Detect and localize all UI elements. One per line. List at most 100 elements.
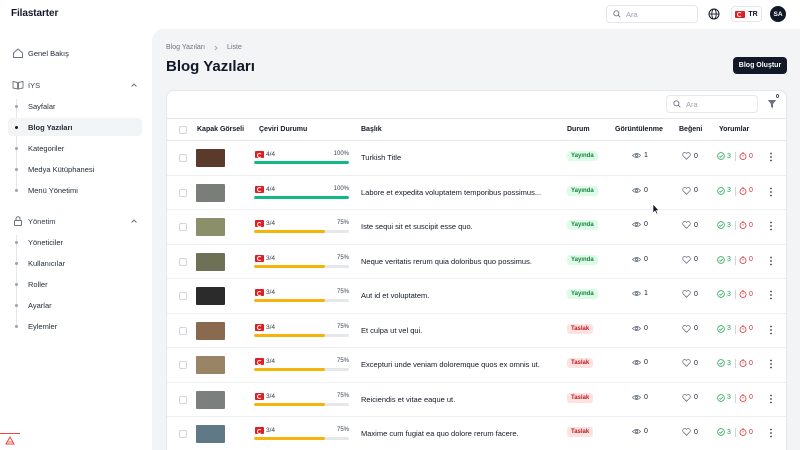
post-title[interactable]: Labore et expedita voluptatem temporibus… — [361, 188, 541, 197]
sidebar-item-blog-posts[interactable]: Blog Yazıları — [8, 118, 142, 136]
post-title[interactable]: Neque veritatis rerum quia doloribus quo… — [361, 257, 532, 266]
column-header-comments[interactable]: Yorumlar — [719, 126, 749, 133]
table-row[interactable]: 3/4 75% Neque veritatis rerum quia dolorib… — [167, 245, 786, 279]
sidebar-item-categories[interactable]: Kategoriler — [8, 139, 142, 157]
turkey-flag-icon — [255, 323, 264, 331]
table-search-input[interactable]: Ara — [666, 95, 758, 113]
row-checkbox[interactable] — [179, 292, 187, 300]
brand-logo[interactable]: Filastarter — [11, 8, 58, 19]
column-header-views[interactable]: Görüntülenme — [615, 126, 663, 133]
more-actions-icon[interactable] — [769, 256, 773, 266]
column-header-translation[interactable]: Çeviri Durumu — [259, 126, 307, 133]
translation-count: 3/4 — [266, 427, 276, 434]
check-circle-icon — [717, 255, 725, 264]
breadcrumb-link[interactable]: Blog Yazıları — [166, 44, 205, 51]
post-title[interactable]: Maxime cum fugiat ea quo dolore rerum fa… — [361, 429, 519, 438]
row-checkbox[interactable] — [179, 188, 187, 197]
column-header-likes[interactable]: Beğeni — [679, 126, 702, 133]
globe-icon[interactable] — [708, 8, 720, 20]
row-checkbox[interactable] — [179, 326, 187, 335]
translation-count: 3/4 — [266, 289, 276, 296]
sidebar-item-label: Kategoriler — [28, 143, 65, 153]
column-header-title[interactable]: Başlık — [361, 126, 382, 133]
translation-percent: 75% — [336, 392, 349, 399]
cover-image-thumbnail[interactable] — [196, 425, 225, 443]
more-actions-icon[interactable] — [769, 290, 773, 300]
sidebar-group-iys[interactable]: İYS — [8, 76, 142, 94]
sidebar-item-overview[interactable]: Genel Bakış — [8, 44, 142, 62]
table-row[interactable]: 3/4 75% Iste sequi sit et suscipit esse qu… — [167, 210, 786, 245]
more-actions-icon[interactable] — [769, 152, 773, 162]
language-label: TR — [748, 10, 758, 18]
user-avatar[interactable]: SA — [770, 6, 786, 22]
table-row[interactable]: 3/4 75% Aut id et voluptatem. Yayında 1 0 3 0 — [167, 279, 786, 314]
cover-image-thumbnail[interactable] — [196, 218, 225, 236]
row-checkbox[interactable] — [179, 361, 187, 369]
sidebar-item-admins[interactable]: Yöneticiler — [8, 233, 142, 251]
likes-value: 0 — [694, 256, 698, 263]
sidebar-item-roles[interactable]: Roller — [8, 275, 142, 293]
sidebar-item-users[interactable]: Kullanıcılar — [8, 254, 142, 272]
sidebar-item-media-library[interactable]: Medya Kütüphanesi — [8, 160, 142, 178]
sidebar-item-settings[interactable]: Ayarlar — [8, 296, 142, 314]
check-circle-icon — [717, 359, 725, 367]
more-actions-icon[interactable] — [769, 394, 773, 404]
global-search-input[interactable]: Ara — [606, 5, 698, 23]
chevron-up-icon[interactable] — [130, 81, 138, 89]
translation-percent: 75% — [336, 427, 349, 433]
create-blog-button[interactable]: Blog Oluştur — [733, 57, 787, 74]
row-checkbox[interactable] — [179, 223, 187, 231]
table-row[interactable]: 3/4 75% Maxime cum fugiat ea quo dolore re… — [167, 417, 786, 450]
sidebar-item-menu-management[interactable]: Menü Yönetimi — [8, 181, 142, 199]
likes-value: 0 — [694, 221, 698, 229]
approved-comments: 3 — [717, 428, 731, 436]
row-checkbox[interactable] — [179, 257, 187, 266]
post-title[interactable]: Reiciendis et vitae eaque ut. — [361, 395, 455, 404]
cover-image-thumbnail[interactable] — [196, 390, 225, 409]
post-title[interactable]: Aut id et voluptatem. — [361, 291, 429, 300]
column-header-status[interactable]: Durum — [567, 126, 590, 133]
filter-icon[interactable] — [767, 99, 777, 109]
row-checkbox[interactable] — [179, 395, 187, 404]
more-actions-icon[interactable] — [769, 187, 773, 197]
cover-image-thumbnail[interactable] — [196, 287, 225, 305]
cover-image-thumbnail[interactable] — [196, 183, 225, 202]
column-header-cover[interactable]: Kapak Görseli — [197, 126, 244, 133]
post-title[interactable]: Et culpa ut vel qui. — [361, 326, 422, 335]
table-row[interactable]: 3/4 75% Excepturi unde veniam doloremque q… — [167, 348, 786, 383]
post-title[interactable]: Iste sequi sit et suscipit esse quo. — [361, 222, 473, 231]
cover-image-thumbnail[interactable] — [196, 252, 225, 271]
table-row[interactable]: 3/4 75% Et culpa ut vel qui. Taslak 0 0 3 0 — [167, 314, 786, 348]
top-bar: Filastarter Ara TR SA — [0, 0, 800, 29]
table-row[interactable]: 4/4 100% Turkish Title Yayında 1 0 3 0 — [167, 141, 786, 176]
cover-image-thumbnail[interactable] — [196, 321, 225, 340]
sidebar-item-label: Blog Yazıları — [28, 122, 73, 132]
views-count: 0 — [632, 394, 648, 401]
row-checkbox[interactable] — [179, 154, 187, 162]
row-checkbox[interactable] — [179, 430, 187, 438]
post-title[interactable]: Turkish Title — [361, 153, 401, 162]
pending-comments: 0 — [739, 221, 753, 229]
language-switcher-button[interactable]: TR — [731, 6, 762, 22]
approved-comments-value: 3 — [727, 221, 731, 229]
heart-icon — [682, 428, 691, 436]
table-row[interactable]: 3/4 75% Reiciendis et vitae eaque ut. Tasla… — [167, 383, 786, 417]
views-value: 0 — [644, 359, 648, 366]
cover-image-thumbnail[interactable] — [196, 356, 225, 374]
turkey-flag-icon — [255, 254, 264, 262]
more-actions-icon[interactable] — [769, 325, 773, 335]
sidebar-group-management[interactable]: Yönetim — [8, 212, 142, 230]
more-actions-icon[interactable] — [769, 221, 773, 231]
sidebar-item-actions[interactable]: Eylemler — [8, 317, 142, 335]
select-all-checkbox[interactable] — [179, 126, 187, 134]
cover-image-thumbnail[interactable] — [196, 149, 225, 167]
sidebar-item-pages[interactable]: Sayfalar — [8, 97, 142, 115]
views-value: 0 — [644, 428, 648, 435]
post-title[interactable]: Excepturi unde veniam doloremque quos ex… — [361, 360, 540, 369]
more-actions-icon[interactable] — [769, 359, 773, 369]
table-row[interactable]: 4/4 100% Labore et expedita voluptatem tem… — [167, 176, 786, 210]
chevron-up-icon[interactable] — [130, 217, 138, 225]
more-actions-icon[interactable] — [769, 428, 773, 438]
heart-icon — [682, 221, 691, 229]
check-circle-icon — [717, 324, 725, 333]
